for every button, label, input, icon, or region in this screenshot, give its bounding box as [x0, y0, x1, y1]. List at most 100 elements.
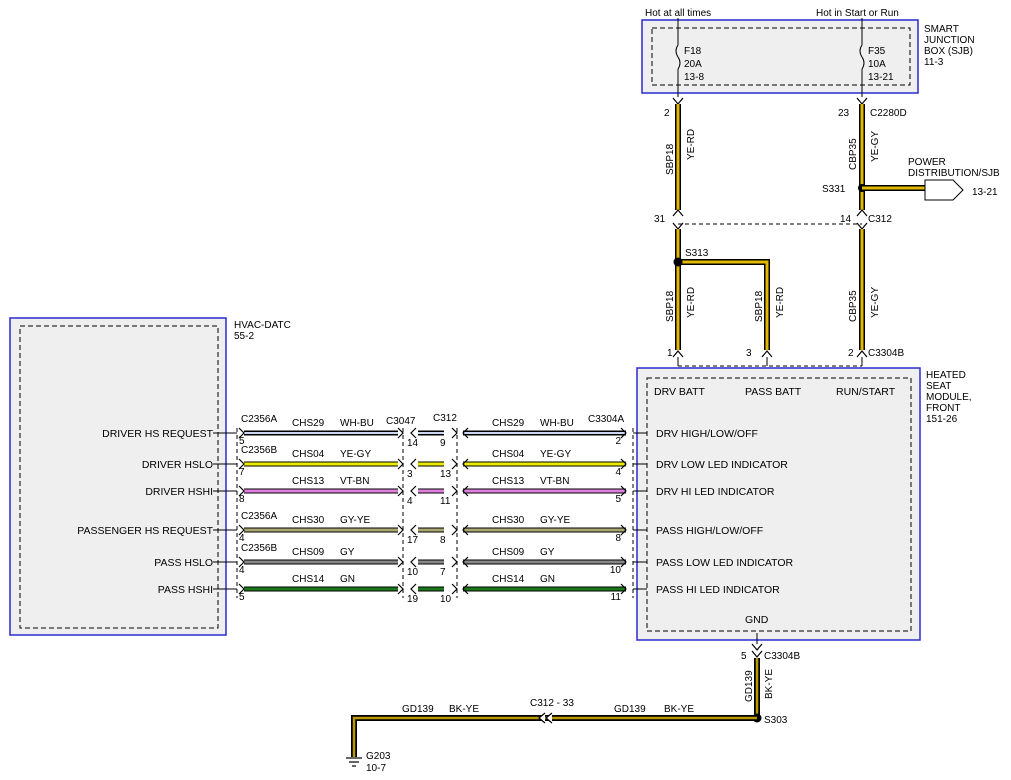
hsm-title-2: SEAT [926, 381, 951, 392]
connector-chevron-icon [451, 583, 458, 595]
hot-at-all-times-label: Hot at all times [645, 8, 711, 19]
connector-chevron-icon [410, 524, 417, 536]
wire-c312-pin: 13 [440, 469, 452, 480]
c312-inline-label: C312 [433, 413, 457, 424]
wire-c3304-pin: 10 [610, 565, 622, 576]
sjb-title-line-4: 11-3 [924, 57, 944, 68]
wire-color-right: YE-GY [540, 449, 571, 460]
upper-left-color: YE-RD [686, 129, 697, 160]
hvac-row-1: DRIVER HS REQUEST [102, 428, 213, 440]
sjb-pin-left: 2 [664, 108, 670, 119]
wire-circuit-left: CHS13 [292, 476, 325, 487]
connector-chevron-icon [451, 524, 458, 536]
wire-circuit-left: CHS29 [292, 418, 325, 429]
upper-left-circuit: SBP18 [665, 143, 676, 175]
wire-c312-pin: 7 [440, 567, 446, 578]
connector-chevron-icon [410, 427, 417, 439]
splice-s303-label: S303 [764, 715, 788, 726]
mid-w2-color: YE-RD [775, 287, 786, 318]
connector-c2280d: 2 23 C2280D [664, 97, 907, 119]
splice-s313-label: S313 [685, 248, 709, 259]
mid-w3-color: YE-GY [870, 287, 881, 318]
wire-color-right: WH-BU [540, 418, 574, 429]
wire-c3304-pin: 11 [611, 592, 622, 603]
power-distribution-arrow-icon [924, 179, 964, 201]
wire-c3047-pin: 4 [407, 496, 413, 507]
ground-point-label: G203 [366, 751, 391, 762]
ground-h-color-left: BK-YE [449, 704, 479, 715]
wire-circuit-right: CHS29 [492, 418, 525, 429]
wire-color-left: GY [340, 547, 355, 558]
ground-vertical-color: BK-YE [764, 669, 775, 699]
wire-c312-pin: 9 [440, 438, 446, 449]
hsm-title-5: 151-26 [926, 414, 958, 425]
wire-color-right: GY-YE [540, 515, 571, 526]
f18-ref: 13-8 [684, 72, 704, 83]
c312-pin-14: 14 [840, 214, 852, 225]
sjb-title-line-3: BOX (SJB) [924, 46, 973, 57]
hsm-title-3: MODULE, [926, 392, 972, 403]
connector-chevron-icon [397, 556, 404, 568]
smart-junction-box: Hot at all times Hot in Start or Run SMA… [641, 8, 975, 97]
hsm-row-2: DRV LOW LED INDICATOR [656, 459, 788, 471]
hsm-title-1: HEATED [926, 370, 966, 381]
f35-name: F35 [868, 46, 886, 57]
signal-wires: C2356A 5 CHS29 WH-BU 14 9 CHS29 WH-BU C3304A 2 C23… [213, 414, 647, 605]
hvac-row-4: PASSENGER HS REQUEST [77, 525, 213, 537]
wire-c3047-pin: 19 [407, 594, 419, 605]
sjb-title-line-1: SMART [924, 24, 959, 35]
ground-symbol-icon [346, 757, 362, 767]
wire-color-left: GN [340, 574, 355, 585]
connector-chevron-icon [397, 524, 404, 536]
sjb-pin-right: 23 [838, 108, 850, 119]
ground-circuit: 5 C3304B GD139 BK-YE S303 GD139 BK-YE C3… [346, 633, 800, 774]
wire-color-left: GY-YE [340, 515, 371, 526]
hot-in-start-run-label: Hot in Start or Run [816, 8, 899, 19]
upper-right-color: YE-GY [870, 131, 881, 162]
ground-vertical-circuit: GD139 [744, 670, 755, 702]
wire-color-right: VT-BN [540, 476, 569, 487]
wire-hvac-connector: C2356A [241, 511, 277, 522]
c3304b-pin-3: 3 [746, 348, 752, 359]
ground-h-color-right: BK-YE [664, 704, 694, 715]
c2280d-label: C2280D [870, 108, 907, 119]
c3047-label: C3047 [386, 416, 416, 427]
upper-right-circuit: CBP35 [848, 138, 859, 170]
connector-chevron-icon [410, 583, 417, 595]
wire-c3304-pin: 8 [615, 533, 621, 544]
ground-pin: 5 [741, 651, 747, 662]
ground-h-circuit-left: GD139 [402, 704, 434, 715]
mid-w3-circuit: CBP35 [848, 290, 859, 322]
mid-w1-circuit: SBP18 [665, 290, 676, 322]
ground-connector: C3304B [764, 651, 800, 662]
wire-c312-pin: 11 [440, 496, 451, 507]
wire-circuit-left: CHS09 [292, 547, 325, 558]
hvac-row-5: PASS HSLO [154, 557, 213, 569]
wire-c3047-pin: 17 [407, 535, 419, 546]
connector-chevron-icon [451, 427, 458, 439]
wire-circuit-right: CHS04 [492, 449, 525, 460]
ground-h-circuit-right: GD139 [614, 704, 646, 715]
wire-circuit-right: CHS09 [492, 547, 525, 558]
heated-seat-module: HEATED SEAT MODULE, FRONT 151-26 DRV BAT… [636, 367, 972, 641]
wire-circuit-right: CHS30 [492, 515, 525, 526]
wire-hvac-pin: 7 [239, 467, 245, 478]
c312-pin-31: 31 [654, 214, 666, 225]
c312-upper-label: C312 [868, 214, 892, 225]
wire-c3304-connector: C3304A [588, 414, 624, 425]
power-dist-line-1: POWER [908, 157, 946, 168]
connector-chevron-icon [410, 458, 417, 470]
wire-circuit-left: CHS30 [292, 515, 325, 526]
splice-s313-dot [673, 257, 683, 267]
wire-c3047-pin: 10 [407, 567, 419, 578]
wire-hvac-connector: C2356A [241, 414, 277, 425]
wire-hvac-pin: 5 [239, 592, 245, 603]
connector-chevron-icon [451, 458, 458, 470]
wire-hvac-connector: C2356B [241, 543, 277, 554]
wire-circuit-left: CHS04 [292, 449, 325, 460]
wire-hvac-pin: 8 [239, 494, 245, 505]
wire-c3304-pin: 4 [615, 467, 621, 478]
wire-color-left: YE-GY [340, 449, 371, 460]
f18-name: F18 [684, 46, 702, 57]
hsm-drv-batt: DRV BATT [654, 386, 706, 398]
